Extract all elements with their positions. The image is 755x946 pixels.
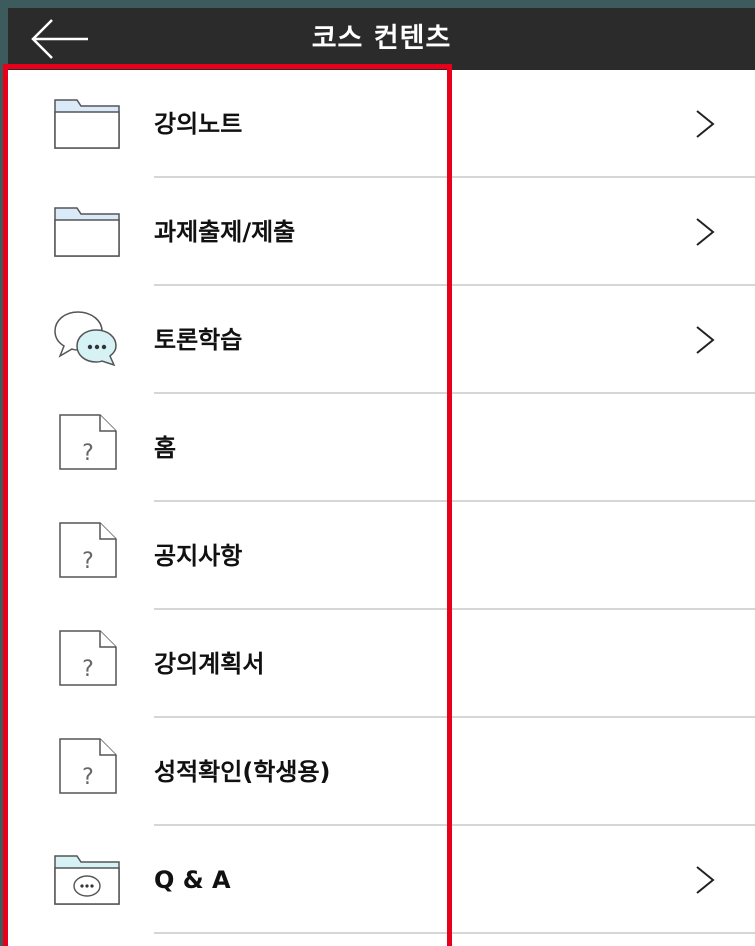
list-item-discussion[interactable]: 토론학습 [8, 286, 755, 394]
svg-text:?: ? [82, 441, 94, 466]
app-frame: 코스 컨텐츠 강의노트 과제출제/제출 토론학습 ? 홈 ? 공지사항 ? 강의… [0, 0, 755, 946]
top-bar: 코스 컨텐츠 [8, 8, 755, 70]
chevron-right-icon [696, 326, 715, 354]
unknown-file-icon: ? [59, 414, 117, 470]
course-content-list: 강의노트 과제출제/제출 토론학습 ? 홈 ? 공지사항 ? 강의계획서 ? 성… [8, 70, 755, 946]
list-item-label: 홈 [154, 434, 177, 462]
list-item-notices[interactable]: ? 공지사항 [8, 502, 755, 610]
chevron-right-icon [696, 218, 715, 246]
unknown-file-icon: ? [59, 738, 117, 794]
list-item-home[interactable]: ? 홈 [8, 394, 755, 502]
list-item-label: 강의노트 [154, 110, 243, 138]
svg-text:?: ? [82, 657, 94, 682]
list-item-syllabus[interactable]: ? 강의계획서 [8, 610, 755, 718]
list-item-label: Q & A [154, 866, 231, 894]
chevron-right-icon [696, 866, 715, 894]
list-item-label: 공지사항 [154, 542, 243, 570]
chat-bubbles-icon [54, 311, 117, 366]
page-title: 코스 컨텐츠 [311, 23, 452, 54]
svg-text:?: ? [82, 765, 94, 790]
unknown-file-icon: ? [59, 522, 117, 578]
folder-icon [54, 99, 120, 149]
list-item-qna[interactable]: Q & A [8, 826, 755, 934]
list-item-lecture-notes[interactable]: 강의노트 [8, 70, 755, 178]
list-item-label: 강의계획서 [154, 650, 265, 678]
chat-folder-icon [54, 855, 120, 905]
folder-icon [54, 207, 120, 257]
list-item-grades[interactable]: ? 성적확인(학생용) [8, 718, 755, 826]
unknown-file-icon: ? [59, 630, 117, 686]
list-item-label: 과제출제/제출 [154, 218, 296, 246]
svg-text:?: ? [82, 549, 94, 574]
list-item-label: 토론학습 [154, 326, 243, 354]
divider [154, 932, 755, 934]
chevron-right-icon [696, 110, 715, 138]
list-item-label: 성적확인(학생용) [154, 758, 331, 786]
list-item-assignments[interactable]: 과제출제/제출 [8, 178, 755, 286]
